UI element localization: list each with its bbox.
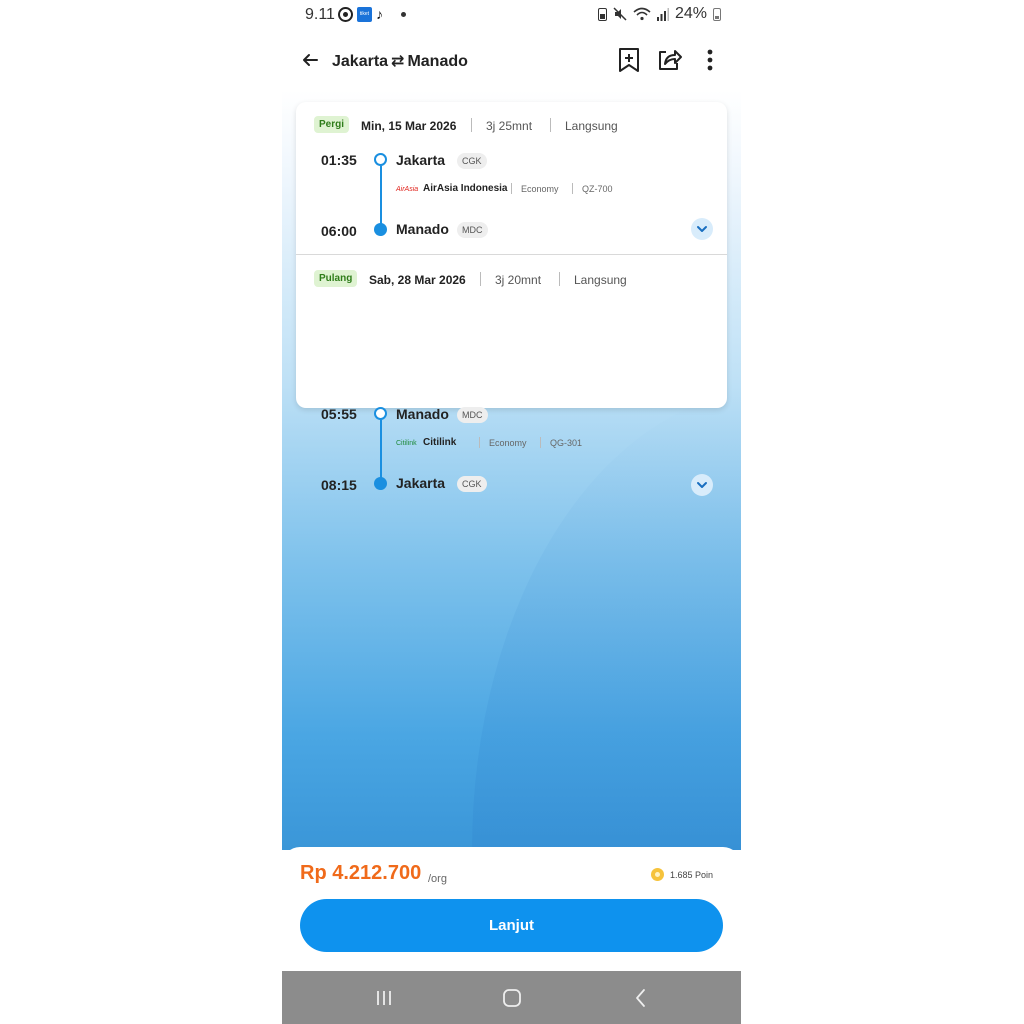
app-header: Jakarta ⇄ Manado [282,32,741,90]
depart-code: CGK [457,153,487,169]
depart-city: Manado [396,406,449,422]
notification-icons: tiket ♪ [338,7,406,22]
separator [480,272,481,286]
leg-duration: 3j 20mnt [495,273,542,287]
route-line [380,166,382,226]
home-icon[interactable] [499,985,525,1011]
tiket-app-icon: tiket [357,7,372,22]
flight-leg-return[interactable]: Pulang Sab, 28 Mar 2026 3j 20mnt Langsun… [296,256,727,496]
separator [572,183,573,194]
leg-tag: Pulang [314,270,358,287]
flight-leg-departure[interactable]: Pergi Min, 15 Mar 2026 3j 25mnt Langsung… [296,102,727,254]
separator [550,118,551,132]
airline-name: AirAsia Indonesia [423,183,508,194]
phone-screen: 9.11 tiket ♪ 24% Jakarta ⇄ Manado Pergi … [282,0,741,1024]
cabin-class: Economy [489,438,527,448]
status-time: 9.11 [305,6,335,23]
recent-apps-icon[interactable] [371,985,397,1011]
leg-date: Min, 15 Mar 2026 [361,119,457,133]
arrive-code: CGK [457,476,487,492]
depart-dot-icon [374,407,387,420]
battery-icon [713,7,721,21]
price-unit: /org [428,873,447,885]
flight-summary-card: Pergi Min, 15 Mar 2026 3j 25mnt Langsung… [296,102,727,496]
arrive-code: MDC [457,222,488,238]
arrive-dot-icon [374,477,387,490]
coin-icon [651,868,664,881]
leg-tag: Pergi [314,116,350,133]
bookmark-add-icon[interactable] [615,46,643,74]
share-icon[interactable] [655,46,683,74]
signal-icon [656,8,669,21]
arrive-city: Manado [396,221,449,237]
more-vert-icon[interactable] [696,46,724,74]
page-title: Jakarta ⇄ Manado [332,51,468,71]
separator [471,118,472,132]
citilink-logo-icon: Citilink [396,440,417,447]
system-icons: 24% [597,5,721,23]
arrive-dot-icon [374,223,387,236]
airasia-logo-icon: AirAsia [396,186,419,193]
tiktok-icon: ♪ [376,6,383,22]
dot-icon [401,12,406,17]
threads-icon [338,7,353,22]
cabin-class: Economy [521,184,559,194]
leg-divider [296,254,727,255]
depart-time: 01:35 [321,152,357,168]
flight-number: QZ-700 [582,184,613,194]
leg-type: Langsung [574,273,627,287]
flight-number: QG-301 [550,438,583,448]
separator [540,437,541,448]
wifi-icon [633,7,651,21]
arrive-time: 08:15 [321,477,357,493]
points-earned: 1.685 Poin [670,870,714,880]
airline-name: Citilink [423,437,457,448]
destination-city: Manado [407,53,468,70]
chevron-down-icon[interactable] [691,474,713,496]
arrive-city: Jakarta [396,475,446,491]
swap-icon: ⇄ [391,53,405,70]
battery-percent: 24% [674,5,707,22]
system-nav-bar [282,971,741,1024]
arrive-time: 06:00 [321,223,357,239]
depart-dot-icon [374,153,387,166]
chevron-down-icon[interactable] [691,218,713,240]
status-bar: 9.11 tiket ♪ 24% [282,0,741,32]
origin-city: Jakarta [332,53,389,70]
back-arrow-icon[interactable] [299,49,321,71]
separator [511,183,512,194]
depart-code: MDC [457,407,488,423]
leg-date: Sab, 28 Mar 2026 [369,273,466,287]
separator [479,437,480,448]
continue-button[interactable]: Lanjut [300,899,723,952]
leg-duration: 3j 25mnt [486,119,533,133]
depart-time: 05:55 [321,406,357,422]
depart-city: Jakarta [396,152,446,168]
back-nav-icon[interactable] [628,985,654,1011]
total-price: Rp 4.212.700 [300,862,422,884]
separator [559,272,560,286]
price-bottom-sheet: Rp 4.212.700 /org 1.685 Poin Lanjut [282,847,741,971]
leg-type: Langsung [565,119,618,133]
mute-icon [613,7,627,21]
battery-saver-icon [597,7,607,21]
route-line [380,420,382,480]
